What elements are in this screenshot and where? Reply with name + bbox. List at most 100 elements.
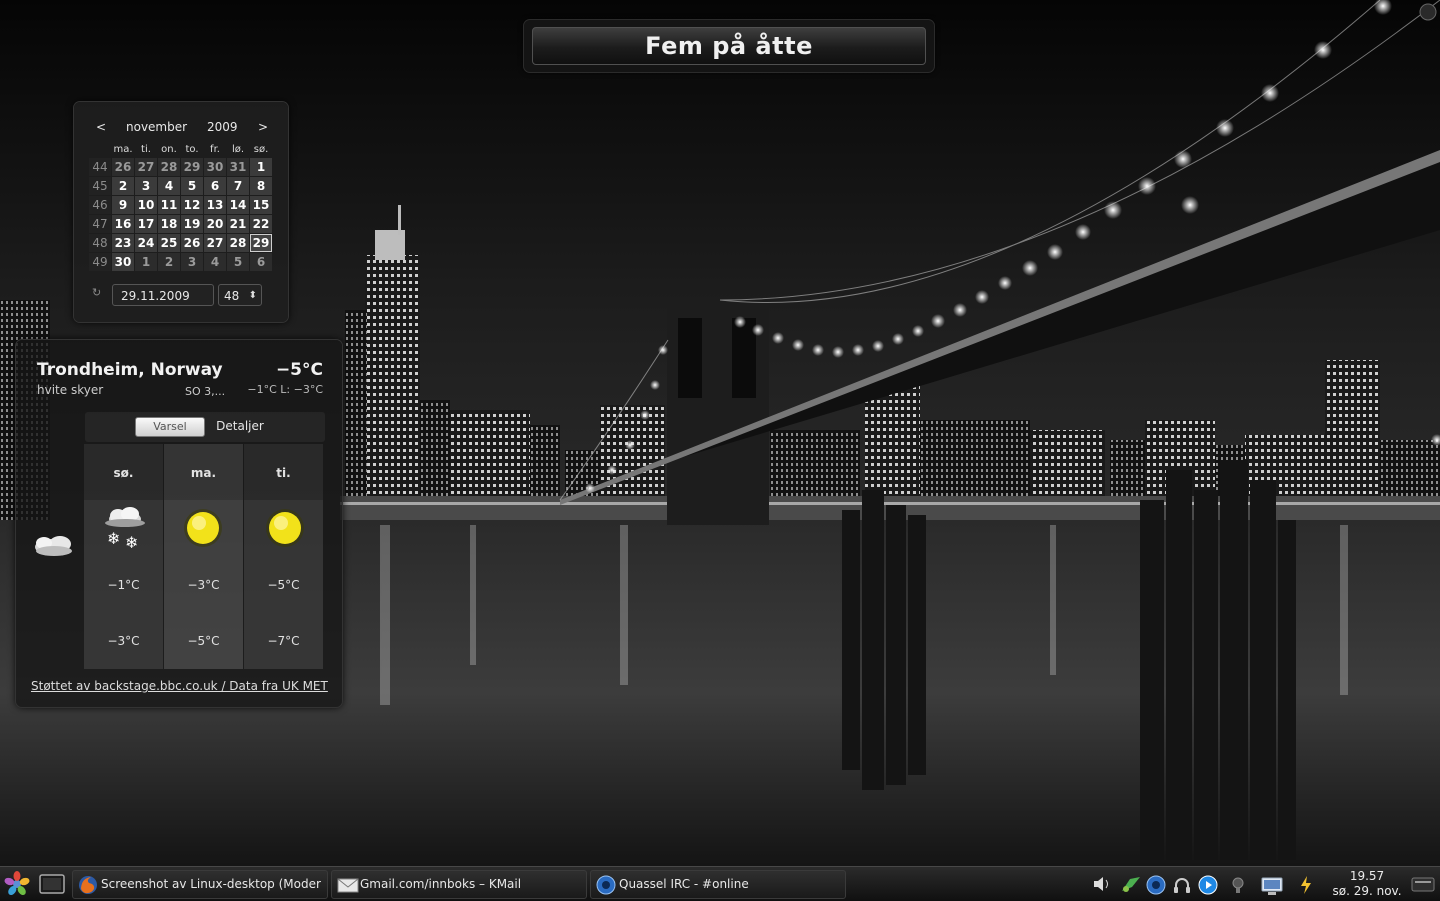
bulb-icon[interactable] (1228, 875, 1248, 895)
next-month-button[interactable]: > (258, 120, 268, 134)
calendar-day[interactable]: 6 (250, 253, 272, 271)
forecast-high: −1°C (107, 578, 140, 592)
partly-cloudy-night-icon (35, 536, 72, 556)
weather-tab-bar: Varsel Detaljer (85, 412, 325, 442)
calendar-day[interactable]: 2 (158, 253, 180, 271)
calendar-day[interactable]: 6 (204, 177, 226, 195)
forecast-days: sø. ❄ ❄ −1°C −3°C ma. −3°C −5°C ti. −5°C… (84, 444, 324, 669)
taskbar-clock-time[interactable]: 19.57 (1330, 869, 1404, 883)
calendar-day[interactable]: 26 (112, 158, 134, 176)
calendar-day[interactable]: 17 (135, 215, 157, 233)
tab-details[interactable]: Detaljer (207, 417, 273, 435)
calendar-day[interactable]: 3 (181, 253, 203, 271)
forecast-day-name: sø. (113, 466, 134, 480)
calendar-day[interactable]: 4 (158, 177, 180, 195)
calendar-day[interactable]: 14 (227, 196, 249, 214)
show-desktop-icon[interactable] (36, 867, 68, 901)
calendar-day[interactable]: 23 (112, 234, 134, 252)
calendar-day[interactable]: 4 (204, 253, 226, 271)
weekday-header: to. (185, 144, 199, 155)
weekday-header-row: ma. ti. on. to. fr. lø. sø. (89, 143, 272, 157)
calendar-day[interactable]: 13 (204, 196, 226, 214)
task-button-firefox[interactable]: Screenshot av Linux-desktop (Moder (72, 870, 328, 899)
calendar-day[interactable]: 26 (181, 234, 203, 252)
display-icon[interactable] (1260, 875, 1284, 897)
calendar-day[interactable]: 7 (227, 177, 249, 195)
calendar-day[interactable]: 21 (227, 215, 249, 233)
kde-menu-icon[interactable] (3, 867, 31, 901)
calendar-week-row: 44 26 27 28 29 30 31 1 (89, 158, 272, 176)
today-icon[interactable]: ↻ (92, 286, 101, 299)
calendar-day[interactable]: 30 (112, 253, 134, 271)
calendar-day[interactable]: 16 (112, 215, 134, 233)
week-number: 46 (89, 196, 111, 214)
calendar-day[interactable]: 1 (135, 253, 157, 271)
weather-credit-link[interactable]: Støttet av backstage.bbc.co.uk / Data fr… (31, 679, 329, 693)
week-number: 47 (89, 215, 111, 233)
calendar-widget: < november 2009 > ma. ti. on. to. fr. lø… (74, 102, 288, 322)
spin-arrows-icon[interactable]: ⬍ (249, 285, 257, 307)
calendar-day-today[interactable]: 29 (250, 234, 272, 252)
calendar-day[interactable]: 28 (227, 234, 249, 252)
week-spinbox[interactable]: 48 ⬍ (218, 284, 262, 306)
headphones-icon[interactable] (1172, 875, 1192, 895)
weekday-header: sø. (253, 144, 269, 155)
calendar-day[interactable]: 1 (250, 158, 272, 176)
fuzzy-clock-widget[interactable]: Fem på åtte (524, 20, 934, 72)
calendar-day[interactable]: 30 (204, 158, 226, 176)
calendar-day[interactable]: 28 (158, 158, 180, 176)
power-icon[interactable] (1298, 875, 1314, 895)
quassel-tray-icon[interactable] (1146, 875, 1166, 895)
calendar-day[interactable]: 31 (227, 158, 249, 176)
calendar-day[interactable]: 8 (250, 177, 272, 195)
calendar-day[interactable]: 18 (158, 215, 180, 233)
calendar-day[interactable]: 27 (135, 158, 157, 176)
weekday-header: ma. (113, 144, 133, 155)
week-number: 49 (89, 253, 111, 271)
month-selector[interactable]: november (126, 120, 187, 134)
system-tray (1082, 867, 1322, 901)
sun-icon (184, 509, 222, 547)
task-button-kmail[interactable]: Gmail.com/innboks – KMail (331, 870, 587, 899)
panel-toolbox-icon[interactable] (1410, 874, 1436, 894)
calendar-day[interactable]: 15 (250, 196, 272, 214)
forecast-low: −7°C (267, 634, 300, 648)
calendar-day[interactable]: 9 (112, 196, 134, 214)
calendar-day[interactable]: 27 (204, 234, 226, 252)
calendar-day[interactable]: 29 (181, 158, 203, 176)
volume-icon[interactable] (1092, 875, 1112, 893)
taskbar-clock-date[interactable]: sø. 29. nov. (1322, 884, 1412, 898)
calendar-day[interactable]: 24 (135, 234, 157, 252)
task-label: Gmail.com/innboks – KMail (360, 877, 522, 891)
calendar-week-row: 47 16 17 18 19 20 21 22 (89, 215, 272, 233)
calendar-day[interactable]: 11 (158, 196, 180, 214)
calendar-day[interactable]: 10 (135, 196, 157, 214)
network-icon[interactable] (1120, 875, 1142, 895)
calendar-day[interactable]: 5 (181, 177, 203, 195)
calendar-day[interactable]: 12 (181, 196, 203, 214)
calendar-day[interactable]: 3 (135, 177, 157, 195)
quassel-icon (596, 875, 616, 895)
calendar-day[interactable]: 2 (112, 177, 134, 195)
taskbar: Screenshot av Linux-desktop (Moder Gmail… (0, 866, 1440, 901)
forecast-day: ti. −5°C −7°C (244, 444, 323, 669)
tab-forecast[interactable]: Varsel (135, 417, 205, 437)
kmail-icon (337, 878, 359, 893)
fuzzy-clock-text: Fem på åtte (532, 27, 926, 65)
week-number: 45 (89, 177, 111, 195)
year-selector[interactable]: 2009 (207, 120, 238, 134)
date-input[interactable]: 29.11.2009 (112, 284, 214, 306)
calendar-day[interactable]: 5 (227, 253, 249, 271)
svg-text:❄: ❄ (107, 529, 120, 548)
calendar-day[interactable]: 22 (250, 215, 272, 233)
media-player-icon[interactable] (1198, 875, 1218, 895)
task-button-quassel[interactable]: Quassel IRC - #online (590, 870, 846, 899)
calendar-day[interactable]: 25 (158, 234, 180, 252)
calendar-week-row: 49 30 1 2 3 4 5 6 (89, 253, 272, 271)
calendar-day[interactable]: 20 (204, 215, 226, 233)
prev-month-button[interactable]: < (96, 120, 106, 134)
sun-icon (266, 509, 304, 547)
forecast-day: ma. −3°C −5°C (164, 444, 243, 669)
calendar-day[interactable]: 19 (181, 215, 203, 233)
svg-text:❄: ❄ (125, 533, 138, 552)
